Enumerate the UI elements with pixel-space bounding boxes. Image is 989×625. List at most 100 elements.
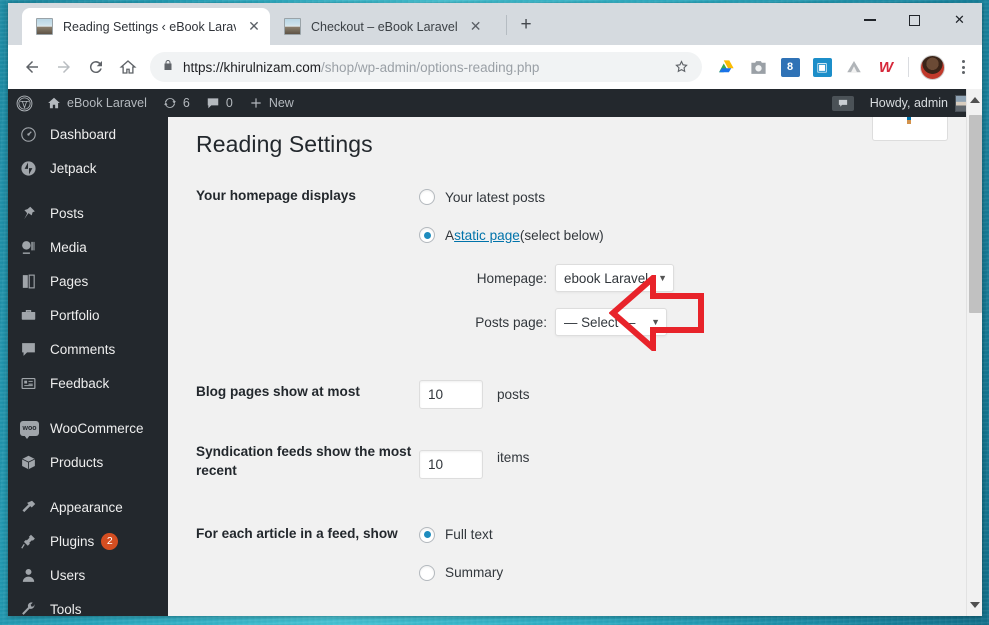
comment-bubble-icon	[207, 98, 219, 109]
forward-button[interactable]	[48, 51, 80, 83]
chevron-down-icon: ▼	[658, 273, 668, 283]
sidebar-item-label: Portfolio	[50, 307, 100, 323]
tab-separator	[506, 15, 507, 35]
browser-tab-checkout[interactable]: Checkout – eBook Laravel ✕	[270, 8, 502, 45]
radio-static-page[interactable]	[419, 227, 435, 243]
woocommerce-icon: woo	[20, 420, 42, 439]
scroll-down-arrow-icon[interactable]	[970, 602, 980, 608]
sidebar-item-woocommerce[interactable]: woo WooCommerce	[8, 411, 168, 445]
homepage-select[interactable]: ebook Laravel ▼	[555, 264, 675, 292]
window-minimize-button[interactable]	[847, 3, 892, 37]
page-scrollbar[interactable]	[966, 89, 982, 616]
sidebar-item-label: Tools	[50, 601, 82, 617]
adminbar-site-name[interactable]: eBook Laravel	[39, 89, 155, 117]
radio-latest-posts[interactable]	[419, 189, 435, 205]
radio-option-full-text[interactable]: Full text	[419, 522, 970, 548]
media-icon	[20, 239, 42, 256]
radio-option-summary[interactable]: Summary	[419, 560, 970, 586]
adminbar-comments[interactable]: 0	[198, 89, 241, 117]
page-viewport: eBook Laravel 6 0 New Howdy, admin Dashb…	[8, 89, 982, 616]
blog-pages-input[interactable]: 10	[419, 380, 483, 409]
label-homepage-displays: Your homepage displays	[196, 188, 356, 203]
sidebar-item-label: Plugins	[50, 533, 95, 549]
comments-icon	[20, 341, 42, 358]
scroll-up-arrow-icon[interactable]	[970, 97, 980, 103]
address-bar[interactable]: https://khirulnizam.com/shop/wp-admin/op…	[150, 52, 702, 82]
window-close-button[interactable]: ✕	[937, 3, 982, 37]
browser-window: Reading Settings ‹ eBook Laravel ✕ Check…	[8, 3, 982, 616]
sidebar-item-dashboard[interactable]: Dashboard	[8, 117, 168, 151]
sidebar-separator	[8, 479, 168, 490]
adminbar-right-group: Howdy, admin	[824, 89, 982, 117]
plugins-icon	[20, 533, 42, 550]
extension-glyph: ▣	[812, 57, 832, 77]
label-syndication-feeds: Syndication feeds show the most recent	[196, 444, 412, 479]
radio-summary[interactable]	[419, 564, 435, 581]
sidebar-item-plugins[interactable]: Plugins 2	[8, 524, 168, 558]
tab-strip: Reading Settings ‹ eBook Laravel ✕ Check…	[8, 3, 982, 45]
sidebar-item-label: Pages	[50, 273, 89, 289]
tab-close-icon[interactable]: ✕	[246, 18, 262, 35]
posts-page-select[interactable]: — Select — ▼	[555, 308, 667, 336]
profile-avatar[interactable]	[920, 54, 945, 80]
adminbar-howdy[interactable]: Howdy, admin	[862, 89, 982, 117]
url-host: https://khirulnizam.com	[183, 59, 322, 75]
sidebar-item-media[interactable]: Media	[8, 230, 168, 264]
blue-8-extension-icon[interactable]: 8	[779, 56, 801, 78]
radio-option-static-page[interactable]: A static page (select below)	[419, 222, 970, 248]
window-maximize-button[interactable]	[892, 3, 937, 37]
sidebar-item-feedback[interactable]: Feedback	[8, 366, 168, 400]
sidebar-item-products[interactable]: Products	[8, 445, 168, 479]
gray-drive-icon[interactable]	[843, 56, 865, 78]
appearance-icon	[20, 499, 42, 516]
form-row-blog-pages: Blog pages show at most 10 posts	[196, 380, 970, 409]
reload-button[interactable]	[80, 51, 112, 83]
forward-arrow-icon	[58, 61, 70, 73]
adminbar-new-button[interactable]: New	[241, 89, 302, 117]
adminbar-updates[interactable]: 6	[155, 89, 198, 117]
sidebar-item-portfolio[interactable]: Portfolio	[8, 298, 168, 332]
homepage-select-value: ebook Laravel	[564, 270, 649, 286]
maximize-icon	[909, 14, 920, 26]
bookmark-star-icon[interactable]	[673, 58, 690, 80]
red-w-extension-icon[interactable]: W	[875, 56, 897, 78]
sidebar-item-posts[interactable]: Posts	[8, 196, 168, 230]
plugins-update-badge: 2	[101, 532, 119, 550]
radio-full-text[interactable]	[419, 526, 435, 543]
tools-icon	[20, 601, 42, 617]
sidebar-item-label: Dashboard	[50, 126, 117, 142]
sidebar-item-label: WooCommerce	[50, 420, 144, 436]
adminbar-notification-button[interactable]	[824, 89, 862, 117]
sidebar-item-pages[interactable]: Pages	[8, 264, 168, 298]
back-button[interactable]	[16, 51, 48, 83]
new-label: New	[268, 96, 294, 110]
form-row-syndication-feeds: Syndication feeds show the most recent 1…	[196, 440, 970, 481]
users-icon	[20, 567, 42, 584]
main-content: Reading Settings Your homepage displays …	[168, 117, 970, 616]
browser-menu-button[interactable]	[952, 60, 974, 74]
contact-card-extension-icon[interactable]: ▣	[811, 56, 833, 78]
sidebar-item-comments[interactable]: Comments	[8, 332, 168, 366]
scrollbar-thumb[interactable]	[969, 115, 982, 313]
sidebar-item-tools[interactable]: Tools	[8, 592, 168, 616]
radio-option-latest-posts[interactable]: Your latest posts	[419, 184, 970, 210]
sidebar-item-jetpack[interactable]: Jetpack	[8, 151, 168, 185]
syndication-feeds-input[interactable]: 10	[419, 450, 483, 479]
new-tab-button[interactable]: +	[513, 14, 539, 38]
wp-admin-sidebar: Dashboard Jetpack Posts Media Pages Port…	[8, 117, 168, 616]
syndication-feeds-unit: items	[497, 450, 530, 465]
screen-options-tab[interactable]	[872, 117, 948, 141]
tab-close-icon[interactable]: ✕	[468, 18, 484, 35]
browser-tab-reading-settings[interactable]: Reading Settings ‹ eBook Laravel ✕	[22, 8, 270, 45]
static-page-link[interactable]: static page	[454, 228, 520, 243]
google-drive-icon[interactable]	[715, 56, 737, 78]
tab-favicon-icon	[36, 18, 53, 35]
sidebar-item-users[interactable]: Users	[8, 558, 168, 592]
radio-summary-label: Summary	[445, 565, 504, 581]
sidebar-separator	[8, 400, 168, 411]
wordpress-logo-icon[interactable]	[8, 89, 39, 117]
sidebar-item-label: Products	[50, 454, 104, 470]
sidebar-item-appearance[interactable]: Appearance	[8, 490, 168, 524]
home-button[interactable]	[112, 51, 144, 83]
camera-icon[interactable]	[747, 56, 769, 78]
